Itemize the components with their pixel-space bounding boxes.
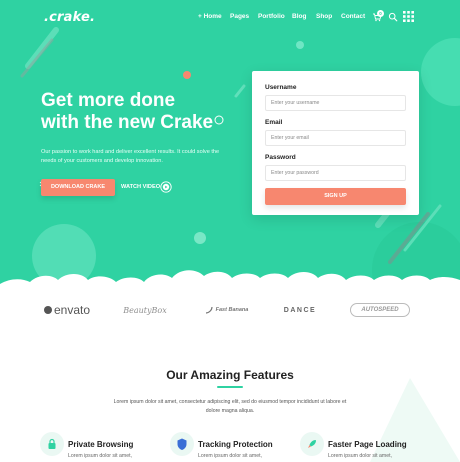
shield-icon [170,432,194,456]
title-underline [217,386,243,388]
nav-portfolio[interactable]: Portfolio [258,13,285,20]
signup-form-card: Username Email Password SIGN UP [252,71,419,215]
envato-leaf-icon [43,306,52,314]
username-label: Username [265,84,297,91]
feature-text: Lorem ipsum dolor sit amet, [68,453,133,459]
nav-contact[interactable]: Contact [341,13,365,20]
hero-headline-line2: with the new Crake [41,112,214,133]
brand-logo-autospeed: AUTOSPEED [350,303,410,317]
play-icon[interactable] [160,181,172,193]
download-crake-button[interactable]: DOWNLOAD CRAKE [41,179,115,196]
nav-home[interactable]: + Home [198,13,222,20]
feature-title: Private Browsing [68,440,134,449]
cloud-divider [0,270,460,294]
username-input[interactable] [265,95,406,111]
hero-subtext: Our passion to work hard and deliver exc… [41,149,220,164]
feature-text: Lorem ipsum dolor sit amet, [328,453,393,459]
password-input[interactable] [265,165,406,181]
watch-video-link[interactable]: WATCH VIDEO [121,184,160,190]
nav-shop[interactable]: Shop [316,13,332,20]
feature-text: Lorem ipsum dolor sit amet, [198,453,263,459]
nav-blog[interactable]: Blog [292,13,306,20]
email-input[interactable] [265,130,406,146]
features-title: Our Amazing Features [166,368,294,382]
banana-icon [205,306,213,314]
password-label: Password [265,154,296,161]
email-label: Email [265,119,283,126]
brand-fastbanana-text: Fast Banana [215,307,249,313]
hero-section: .crake. + Home Pages Portfolio Blog Shop… [0,0,460,290]
feature-title: Faster Page Loading [328,440,407,449]
grid-menu-icon[interactable] [403,11,414,22]
hero-headline: Get more done with the new Crake [41,90,241,134]
rocket-icon [300,432,324,456]
site-logo[interactable]: .crake. [44,10,95,25]
decorative-triangle [370,378,460,462]
brand-logo-fastbanana: Fast Banana [200,300,252,320]
search-icon[interactable] [388,12,398,22]
brand-logo-beautybox: BeautyBox [123,305,167,315]
brand-logo-envato: envato [40,300,94,320]
cart-count-badge: 0 [377,10,384,17]
top-navbar: .crake. + Home Pages Portfolio Blog Shop… [0,0,460,34]
brand-logo-dance: DANCE [283,306,317,314]
brand-envato-text: envato [53,303,91,317]
lock-icon [40,432,64,456]
features-description: Lorem ipsum dolor sit amet, consectetur … [113,399,347,414]
feature-title: Tracking Protection [198,440,273,449]
hero-headline-line1: Get more done [41,90,176,111]
signup-button[interactable]: SIGN UP [265,188,406,205]
nav-pages[interactable]: Pages [230,13,249,20]
